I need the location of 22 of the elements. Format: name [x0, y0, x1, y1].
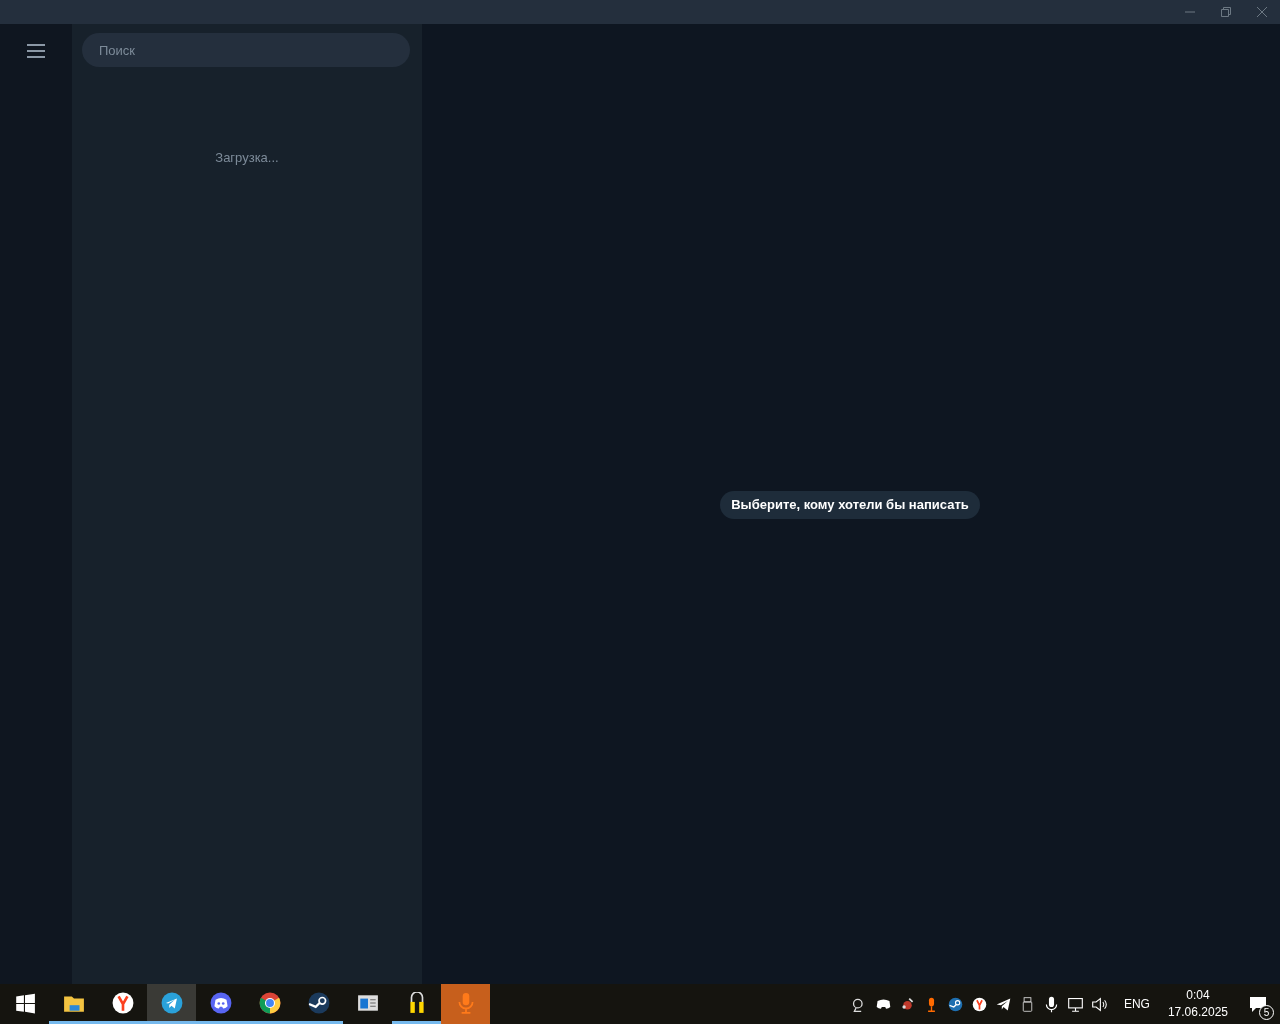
close-icon — [1256, 6, 1268, 18]
paper-plane-icon — [160, 991, 183, 1014]
date-text: 17.06.2025 — [1167, 1004, 1228, 1021]
loading-text: Загрузка... — [215, 149, 279, 167]
chrome-icon — [258, 991, 281, 1014]
clock[interactable]: 0:04 17.06.2025 — [1159, 984, 1236, 1024]
search-field[interactable]: Поиск — [82, 33, 410, 67]
network-monitor-icon[interactable] — [1066, 995, 1084, 1013]
language-indicator[interactable]: ENG — [1113, 995, 1160, 1013]
notification-count: 5 — [1259, 1005, 1274, 1020]
restore-icon — [1220, 6, 1232, 18]
time-text: 0:04 — [1186, 987, 1210, 1004]
taskbar-app-button[interactable] — [147, 984, 196, 1024]
steam-icon[interactable] — [946, 995, 964, 1013]
notification-button[interactable]: 5 — [1236, 984, 1280, 1024]
windows-icon — [13, 991, 36, 1014]
speaker-icon[interactable] — [1090, 995, 1108, 1013]
y-logo-icon — [111, 991, 134, 1014]
empty-chat-hint: Выберите, кому хотели бы написать — [720, 491, 980, 519]
y-logo-icon[interactable] — [970, 995, 988, 1013]
steam-icon — [307, 991, 330, 1014]
menu-icon[interactable] — [26, 44, 46, 58]
